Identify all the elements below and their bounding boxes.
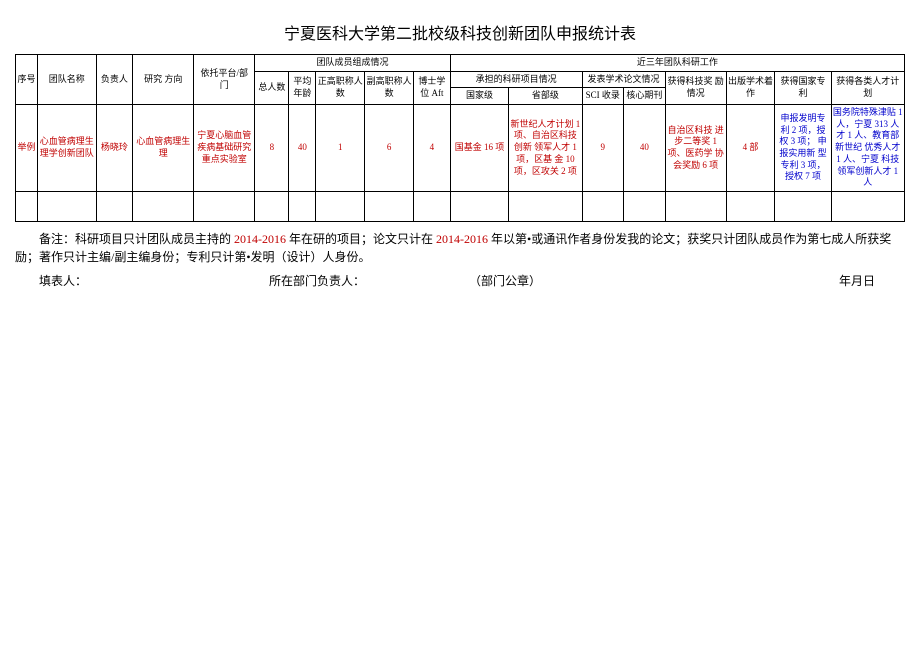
cell-deputy: 6 <box>365 105 414 192</box>
cell-book: 4 部 <box>726 105 775 192</box>
cell-provincial: 新世纪人才计划 1 项、自治区科技创新 领军人才 1 项，区基 金 10 项，区… <box>509 105 582 192</box>
h-senior: 正高职称人数 <box>316 71 365 104</box>
cell-direction: 心血管病理生理 <box>133 105 194 192</box>
h-phd: 博士学位 Aft <box>414 71 451 104</box>
footer-date: 年月日 <box>725 272 905 289</box>
footer-seal: （部门公章） <box>445 272 725 289</box>
h-book: 出版学术着 作 <box>726 71 775 104</box>
h-recent-group: 近三年团队科研工作 <box>450 55 904 72</box>
table-row-empty <box>16 191 905 221</box>
h-paper-group: 发表学术论文情况 <box>582 71 665 88</box>
notes-year2: 2014-2016 <box>436 232 488 246</box>
notes-mid1: 年在研的项目；论文只计在 <box>286 232 436 246</box>
h-deputy: 副高职称人 数 <box>365 71 414 104</box>
h-platform: 依托平台/部 门 <box>194 55 255 105</box>
footer-filler: 填表人： <box>15 272 245 289</box>
h-direction: 研究 方向 <box>133 55 194 105</box>
h-talent: 获得各类人才计划 <box>831 71 904 104</box>
cell-age: 40 <box>289 105 316 192</box>
cell-platform: 宁夏心脑血管 疾病基础研究 重点实验室 <box>194 105 255 192</box>
cell-core: 40 <box>624 105 666 192</box>
page-title: 宁夏医科大学第二批校级科技创新团队申报统计表 <box>15 20 905 44</box>
h-seq: 序号 <box>16 55 38 105</box>
header-row-1: 序号 团队名称 负责人 研究 方向 依托平台/部 门 团队成员组成情况 近三年团… <box>16 55 905 72</box>
h-project-group: 承担的科研项目情况 <box>450 71 582 88</box>
notes-text: 备注：科研项目只计团队成员主持的 2014-2016 年在研的项目；论文只计在 … <box>15 230 905 266</box>
cell-talent: 国务院特殊津贴 1 人，宁夏 313 人才 1 人、教育部新世纪 优秀人才 1 … <box>831 105 904 192</box>
h-patent: 获得国家专 利 <box>775 71 831 104</box>
h-age: 平均 年龄 <box>289 71 316 104</box>
h-total: 总人数 <box>255 71 289 104</box>
h-core: 核心期刊 <box>624 88 666 105</box>
h-sci: SCI 收录 <box>582 88 624 105</box>
h-award: 获得科技奖 励情况 <box>665 71 726 104</box>
cell-patent: 申报发明专 利 2 项，授 权 3 项； 申报实用新 型专利 3 项， 授权 7… <box>775 105 831 192</box>
cell-award: 自治区科技 进步二等奖 1 项、医药学 协会奖励 6 项 <box>665 105 726 192</box>
notes-year1: 2014-2016 <box>234 232 286 246</box>
cell-phd: 4 <box>414 105 451 192</box>
h-leader: 负责人 <box>96 55 133 105</box>
h-national: 国家级 <box>450 88 509 105</box>
h-team: 团队名称 <box>37 55 96 105</box>
cell-senior: 1 <box>316 105 365 192</box>
cell-seq: 举例 <box>16 105 38 192</box>
cell-team: 心血管病理生 理学创新团队 <box>37 105 96 192</box>
footer-row: 填表人： 所在部门负责人： （部门公章） 年月日 <box>15 272 905 289</box>
table-row: 举例 心血管病理生 理学创新团队 杨晓玲 心血管病理生理 宁夏心脑血管 疾病基础… <box>16 105 905 192</box>
cell-national: 国基金 16 项 <box>450 105 509 192</box>
cell-sci: 9 <box>582 105 624 192</box>
notes-pre: 备注：科研项目只计团队成员主持的 <box>39 232 234 246</box>
h-provincial: 省部级 <box>509 88 582 105</box>
footer-dept-leader: 所在部门负责人： <box>245 272 445 289</box>
h-member-group: 团队成员组成情况 <box>255 55 450 72</box>
report-table: 序号 团队名称 负责人 研究 方向 依托平台/部 门 团队成员组成情况 近三年团… <box>15 54 905 222</box>
cell-leader: 杨晓玲 <box>96 105 133 192</box>
cell-total: 8 <box>255 105 289 192</box>
